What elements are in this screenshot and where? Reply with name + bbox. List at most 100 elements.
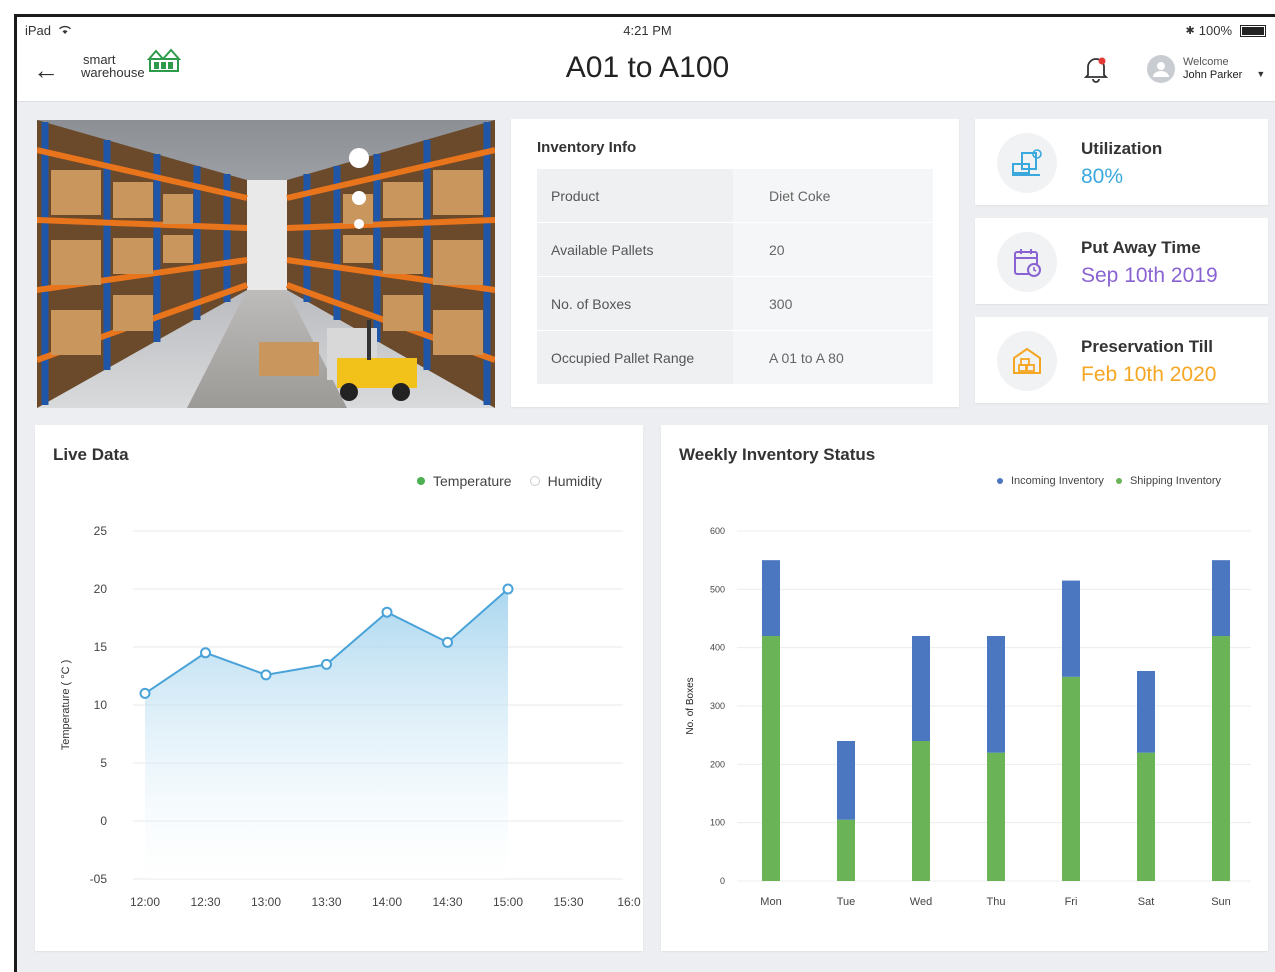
- utilization-label: Utilization: [1081, 139, 1163, 158]
- bar-incoming-inventory: [762, 560, 780, 636]
- temperature-point: [502, 583, 514, 595]
- legend-incoming[interactable]: Incoming Inventory: [997, 475, 1104, 487]
- y-tick-label: 400: [710, 643, 725, 653]
- status-battery: ✱ 100%: [1186, 23, 1266, 38]
- user-menu[interactable]: Welcome John Parker ▼: [1147, 55, 1265, 83]
- user-icon: [1153, 62, 1169, 77]
- warehouse-illustration: [37, 120, 495, 408]
- battery-icon: [1240, 24, 1266, 37]
- temperature-point: [139, 687, 151, 699]
- legend-dot: [529, 476, 540, 486]
- table-row: Product Diet Coke: [537, 169, 933, 223]
- x-tick-label: 14:30: [432, 895, 462, 909]
- temperature-point: [200, 647, 211, 659]
- user-name: John Parker: [1183, 69, 1243, 81]
- x-tick-label: 12:30: [190, 895, 220, 909]
- legend-temperature[interactable]: Temperature: [417, 473, 512, 489]
- table-row: Occupied Pallet Range A 01 to A 80: [537, 330, 933, 385]
- x-tick-label: 14:00: [372, 895, 402, 909]
- bar-incoming-inventory: [987, 636, 1005, 753]
- row-value: 20: [733, 222, 933, 277]
- warehouse-photo: [37, 120, 495, 408]
- row-label: Product: [537, 169, 733, 223]
- y-tick-label: 0: [100, 814, 107, 828]
- weekly-inventory-card: Weekly Inventory Status Incoming Invento…: [661, 425, 1268, 951]
- x-tick-label: Thu: [987, 896, 1006, 908]
- x-tick-label: Fri: [1065, 896, 1078, 908]
- legend-humidity[interactable]: Humidity: [529, 473, 603, 489]
- put-away-time-value: Sep 10th 2019: [1081, 264, 1218, 287]
- top-bar: iPad 4:21 PM ✱ 100% ← smart warehouse A0…: [17, 17, 1275, 102]
- app-frame: iPad 4:21 PM ✱ 100% ← smart warehouse A0…: [14, 14, 1275, 972]
- live-data-chart: 25 20 15 10 5 0 -05 12:00 12:30 13:00 13:30 14:00 14…: [60, 524, 641, 909]
- desk-icon: [997, 133, 1057, 193]
- bar-shipping-inventory: [1212, 636, 1230, 881]
- row-value: Diet Coke: [733, 169, 933, 223]
- y-tick-label: 0: [720, 876, 725, 886]
- inventory-table: Product Diet Coke Available Pallets 20 N…: [537, 169, 933, 385]
- table-row: Available Pallets 20: [537, 222, 933, 277]
- row-label: No. of Boxes: [537, 276, 733, 331]
- live-data-legend: Temperature Humidity: [417, 473, 602, 489]
- x-tick-label: Tue: [837, 896, 856, 908]
- y-tick-label: 300: [710, 701, 725, 711]
- row-label: Occupied Pallet Range: [537, 330, 733, 385]
- y-tick-label: 200: [710, 759, 725, 769]
- temperature-point: [381, 606, 393, 618]
- utilization-value: 80%: [1081, 165, 1124, 188]
- x-tick-label: 15:00: [493, 895, 523, 909]
- temperature-point: [321, 658, 332, 670]
- temperature-area: [145, 589, 508, 879]
- y-tick-label: 600: [710, 526, 725, 536]
- x-tick-label: 16:0: [617, 895, 641, 909]
- bar-shipping-inventory: [837, 819, 855, 881]
- bar-shipping-inventory: [1062, 676, 1080, 881]
- x-tick-label: Sun: [1211, 896, 1231, 908]
- y-axis-label: No. of Boxes: [685, 677, 696, 734]
- legend-label: Humidity: [547, 473, 603, 489]
- x-tick-label: 13:30: [311, 895, 341, 909]
- notification-bell-icon[interactable]: [1083, 55, 1109, 83]
- welcome-label: Welcome: [1183, 56, 1229, 68]
- bar-incoming-inventory: [1212, 560, 1230, 636]
- preservation-till-card: Preservation Till Feb 10th 2020: [975, 317, 1268, 403]
- weekly-inventory-title: Weekly Inventory Status: [679, 445, 876, 464]
- battery-percent: 100%: [1198, 23, 1232, 38]
- row-value: A 01 to A 80: [733, 330, 933, 385]
- y-tick-label: 10: [94, 698, 108, 712]
- avatar: [1147, 55, 1175, 83]
- legend-dot: [1115, 478, 1122, 484]
- legend-label: Temperature: [433, 473, 512, 489]
- status-time: 4:21 PM: [623, 23, 672, 38]
- bar-incoming-inventory: [912, 636, 930, 741]
- y-tick-label: 15: [94, 640, 108, 654]
- weekly-inventory-legend: Incoming Inventory Shipping Inventory: [997, 475, 1221, 487]
- y-axis-label: Temperature ( °C ): [60, 660, 72, 751]
- y-tick-label: 5: [100, 756, 107, 770]
- chevron-down-icon[interactable]: ▼: [1256, 69, 1265, 79]
- y-tick-label: 500: [710, 584, 725, 594]
- inventory-info-card: Inventory Info Product Diet Coke Availab…: [511, 119, 959, 407]
- table-row: No. of Boxes 300: [537, 276, 933, 331]
- preservation-till-value: Feb 10th 2020: [1081, 363, 1217, 386]
- bar-shipping-inventory: [762, 636, 780, 881]
- x-tick-label: Wed: [910, 896, 932, 908]
- bar-incoming-inventory: [1137, 671, 1155, 753]
- bar-incoming-inventory: [837, 741, 855, 820]
- x-tick-label: Sat: [1138, 896, 1155, 908]
- legend-dot: [417, 477, 425, 485]
- inventory-info-title: Inventory Info: [537, 139, 637, 156]
- y-tick-label: -05: [90, 872, 108, 886]
- preservation-till-label: Preservation Till: [1081, 337, 1213, 356]
- utilization-card: Utilization 80%: [975, 119, 1268, 205]
- put-away-time-label: Put Away Time: [1081, 238, 1201, 257]
- legend-shipping[interactable]: Shipping Inventory: [1115, 475, 1222, 487]
- bar-shipping-inventory: [912, 741, 930, 881]
- temperature-point: [260, 669, 272, 681]
- legend-label: Shipping Inventory: [1129, 475, 1222, 487]
- row-value: 300: [733, 276, 933, 331]
- x-tick-label: 12:00: [130, 895, 160, 909]
- bar-shipping-inventory: [1137, 752, 1155, 881]
- put-away-time-card: Put Away Time Sep 10th 2019: [975, 218, 1268, 304]
- y-tick-label: 20: [94, 582, 108, 596]
